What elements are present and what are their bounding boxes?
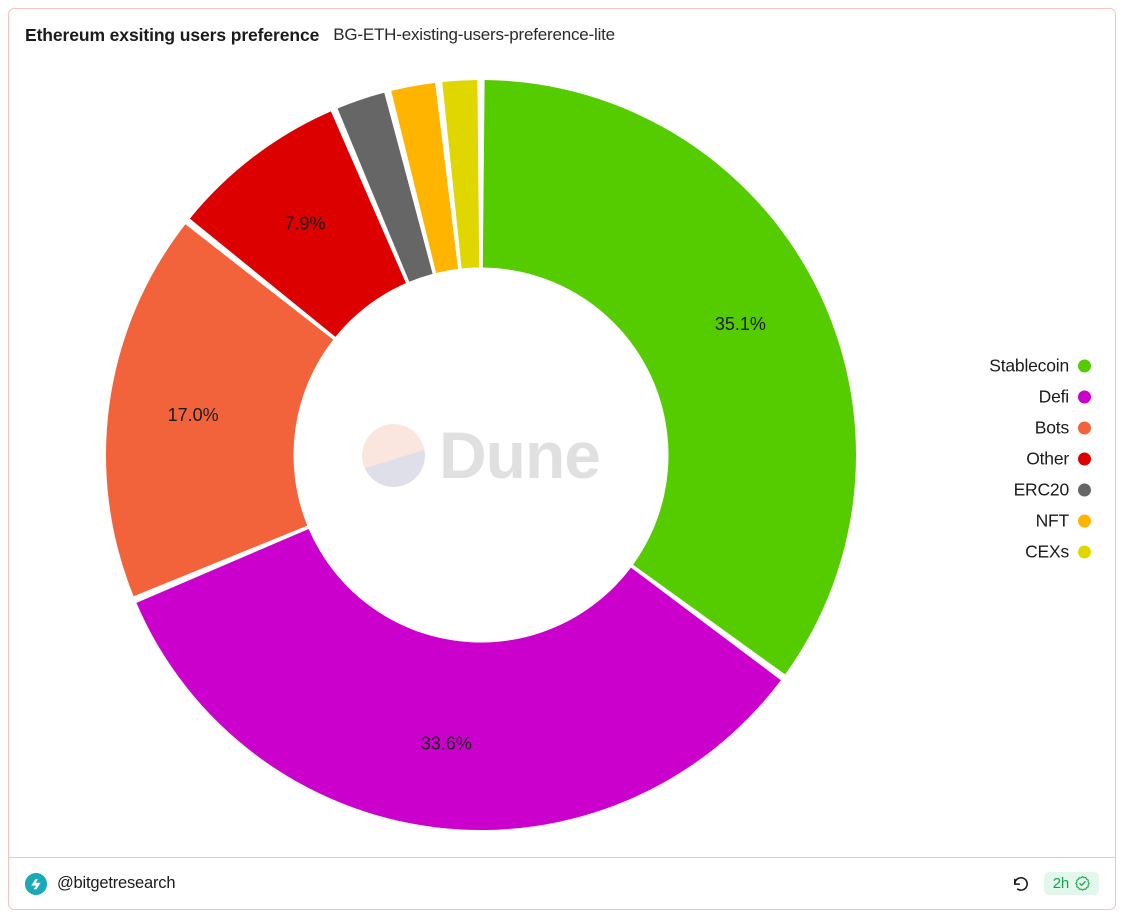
donut-chart[interactable]: 35.1% 33.6% 17.0% 7.9% Dune [101, 75, 861, 835]
slice-value-label: 35.1% [715, 314, 766, 334]
legend-item-label: CEXs [1025, 541, 1069, 562]
legend-color-swatch [1078, 452, 1091, 466]
page-title: Ethereum exsiting users preference [25, 24, 320, 45]
author-handle[interactable]: @bitgetresearch [57, 874, 176, 893]
legend-color-swatch [1078, 390, 1091, 404]
slice-value-label: 33.6% [421, 734, 472, 754]
legend-item[interactable]: Other [1026, 445, 1091, 474]
refresh-counterclockwise-icon[interactable] [1011, 874, 1031, 894]
legend-item-label: Stablecoin [989, 355, 1069, 376]
legend-color-swatch [1078, 359, 1091, 373]
author-block[interactable]: @bitgetresearch [25, 872, 176, 895]
avatar [25, 872, 47, 895]
legend-color-swatch [1078, 421, 1091, 435]
chart-legend[interactable]: Stablecoin Defi Bots Other ERC20 NFT CEXs [989, 352, 1091, 567]
legend-color-swatch [1078, 483, 1091, 497]
freshness-label: 2h [1052, 875, 1070, 892]
legend-item[interactable]: ERC20 [1014, 476, 1091, 505]
slice-value-label: 17.0% [168, 405, 219, 425]
legend-item-label: Other [1026, 448, 1069, 469]
freshness-badge[interactable]: 2h [1043, 872, 1099, 895]
legend-item-label: Bots [1034, 417, 1069, 438]
legend-item-label: Defi [1038, 386, 1070, 407]
card-header: Ethereum exsiting users preference BG-ET… [9, 9, 1115, 61]
legend-item[interactable]: Stablecoin [989, 352, 1091, 381]
legend-item-label: NFT [1035, 510, 1070, 531]
verified-check-badge-icon [1075, 876, 1090, 891]
dashboard-chart-card: Ethereum exsiting users preference BG-ET… [8, 8, 1116, 910]
bitget-logo-icon [25, 872, 47, 895]
legend-item[interactable]: Defi [1039, 383, 1091, 412]
card-footer: @bitgetresearch 2h [9, 857, 1115, 909]
chart-area: 35.1% 33.6% 17.0% 7.9% Dune Stablecoin D… [9, 61, 1115, 857]
slice-value-label: 7.9% [285, 214, 326, 234]
legend-item-label: ERC20 [1013, 479, 1070, 500]
legend-color-swatch [1078, 514, 1091, 528]
legend-item[interactable]: NFT [1036, 507, 1091, 536]
legend-item[interactable]: CEXs [1025, 538, 1091, 567]
legend-item[interactable]: Bots [1035, 414, 1091, 443]
legend-color-swatch [1078, 545, 1091, 559]
donut-slice[interactable] [482, 80, 856, 675]
donut-chart-svg[interactable]: 35.1% 33.6% 17.0% 7.9% [101, 75, 861, 835]
footer-actions: 2h [1011, 872, 1099, 895]
query-name-label: BG-ETH-existing-users-preference-lite [333, 25, 615, 44]
